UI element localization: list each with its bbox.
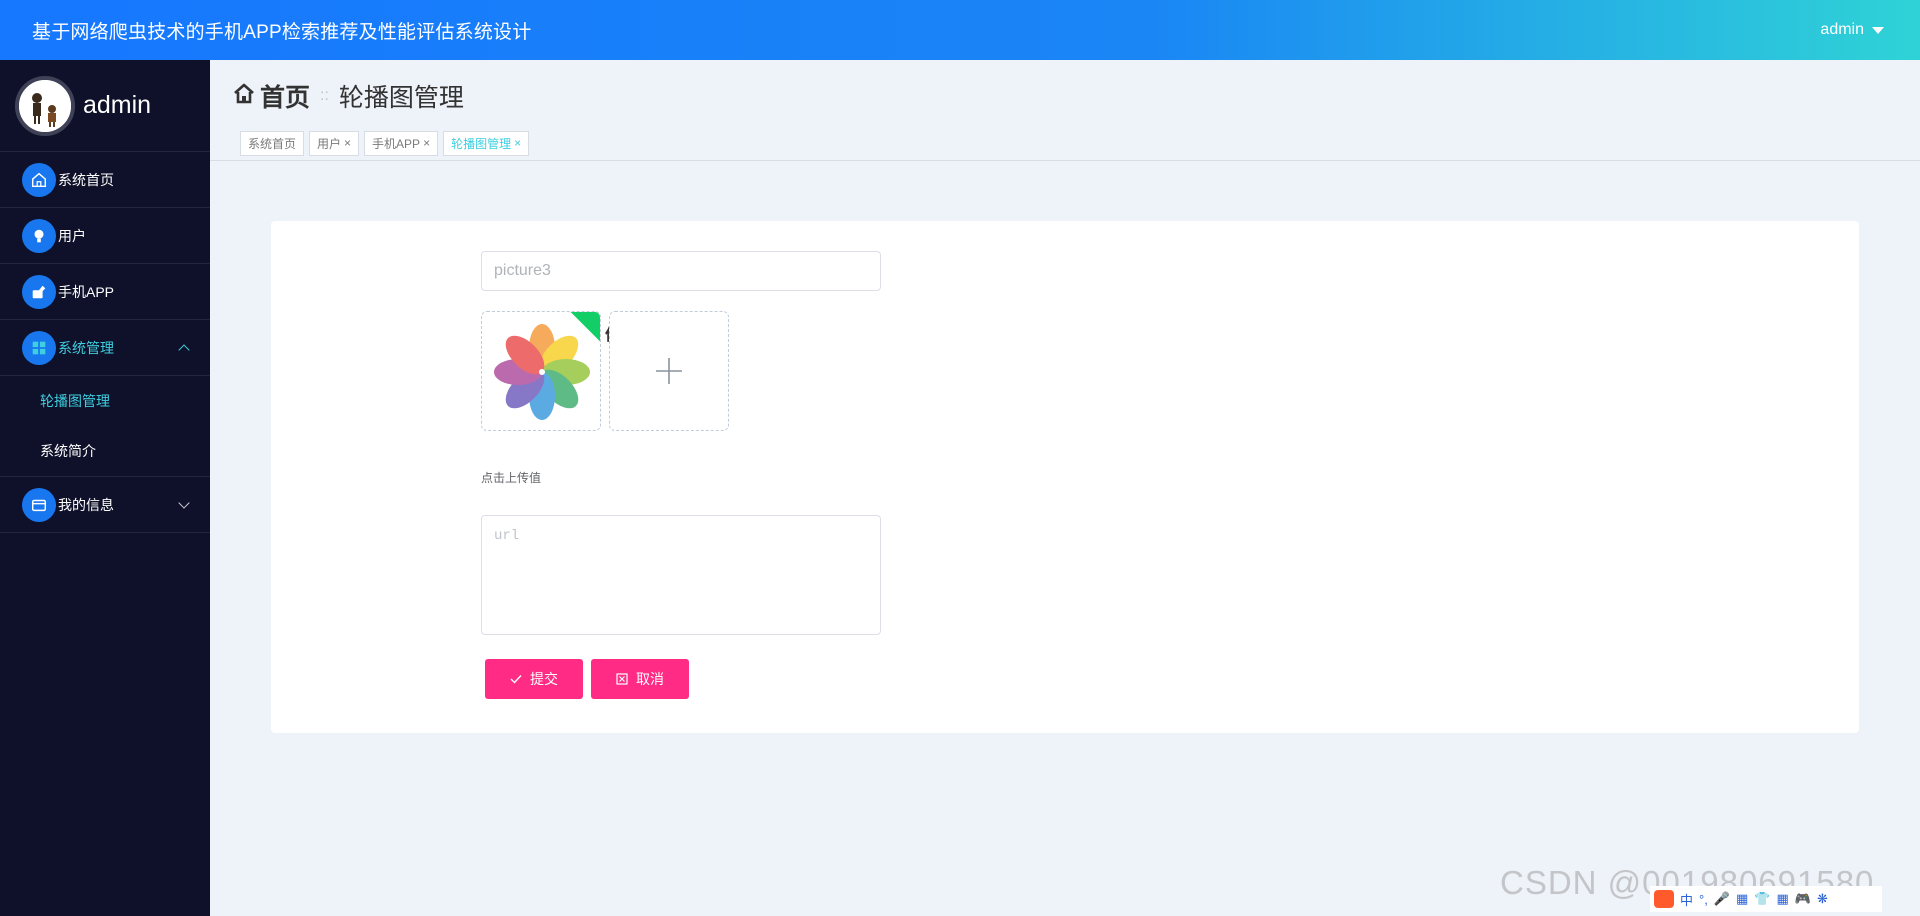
uploaded-image[interactable]: [481, 311, 601, 431]
microphone-icon[interactable]: 🎤: [1714, 891, 1730, 907]
home-icon: [22, 162, 56, 197]
user-menu[interactable]: admin: [1820, 21, 1884, 39]
form-card: *名称 picture3 值 点击上传值 url url: [271, 221, 1859, 733]
bulb-icon: [22, 218, 56, 253]
close-icon[interactable]: ×: [344, 136, 351, 150]
tag-label: 系统首页: [248, 136, 297, 151]
sidebar-item-apps[interactable]: 手机APP: [0, 264, 210, 320]
plus-icon: [656, 358, 682, 384]
profile-name: admin: [83, 91, 152, 119]
grid-icon: [22, 330, 56, 365]
wallet-icon: [22, 487, 56, 522]
sidebar-item-label: 用户: [58, 227, 86, 244]
sidebar-item-system-management[interactable]: 系统管理: [0, 320, 210, 376]
chevron-down-icon: [178, 496, 190, 509]
ime-punct[interactable]: °,: [1699, 892, 1708, 907]
breadcrumb: 首页 :: 轮播图管理: [232, 78, 464, 114]
tag-label: 轮播图管理: [451, 136, 512, 151]
settings-icon[interactable]: ❋: [1817, 891, 1828, 907]
close-box-icon: [616, 673, 628, 685]
cancel-label: 取消: [636, 671, 664, 687]
sidebar-item-label: 手机APP: [58, 283, 115, 300]
breadcrumb-separator: ::: [320, 87, 329, 104]
cancel-button[interactable]: 取消: [591, 659, 689, 699]
user-name: admin: [1820, 21, 1864, 38]
ime-chinese[interactable]: 中: [1680, 890, 1693, 909]
sidebar-item-label: 系统管理: [58, 339, 114, 356]
sidebar-item-label: 我的信息: [58, 496, 114, 513]
game-icon[interactable]: 🎮: [1795, 891, 1811, 907]
close-icon[interactable]: ×: [423, 136, 430, 150]
tag-carousel[interactable]: 轮播图管理 ×: [443, 130, 530, 156]
top-header: 基于网络爬虫技术的手机APP检索推荐及性能评估系统设计 admin: [0, 0, 1920, 60]
submit-button[interactable]: 提交: [485, 659, 583, 699]
submenu: 轮播图管理 系统简介: [0, 376, 210, 477]
sidebar-item-system-intro[interactable]: 系统简介: [0, 426, 210, 476]
url-textarea[interactable]: url: [481, 515, 881, 635]
grid-icon[interactable]: ▦: [1777, 891, 1789, 907]
avatar: [15, 75, 75, 136]
tag-label: 手机APP: [372, 136, 421, 151]
app-icon: [22, 274, 56, 309]
tags-view: 系统首页 用户 × 手机APP × 轮播图管理 ×: [210, 126, 1920, 161]
check-icon: [510, 675, 522, 684]
submit-label: 提交: [530, 671, 558, 687]
photos-icon: [494, 324, 590, 420]
caret-down-icon: [1872, 26, 1884, 34]
upload-hint: 点击上传值: [481, 471, 542, 485]
home-icon[interactable]: [232, 82, 256, 111]
sidebar-item-users[interactable]: 用户: [0, 208, 210, 264]
profile: admin: [0, 60, 210, 152]
tag-home[interactable]: 系统首页: [240, 130, 305, 156]
tag-label: 用户: [317, 136, 342, 151]
breadcrumb-home[interactable]: 首页: [260, 78, 310, 114]
sidebar-item-home[interactable]: 系统首页: [0, 152, 210, 208]
sidebar: admin 系统首页 用户 手机APP 系统管理 轮播图管理 系统简介 我的信息: [0, 60, 210, 916]
breadcrumb-current: 轮播图管理: [338, 84, 464, 112]
sidebar-item-my-info[interactable]: 我的信息: [0, 477, 210, 533]
name-input[interactable]: picture3: [481, 251, 881, 291]
sidebar-item-label: 系统首页: [58, 171, 114, 188]
tag-users[interactable]: 用户 ×: [309, 130, 360, 156]
skin-icon[interactable]: 👕: [1754, 891, 1770, 907]
sidebar-item-carousel[interactable]: 轮播图管理: [0, 376, 210, 426]
ime-toolbar[interactable]: 中 °, 🎤 ▦ 👕 ▦ 🎮 ❋: [1650, 886, 1882, 912]
chevron-up-icon: [178, 343, 190, 356]
system-title: 基于网络爬虫技术的手机APP检索推荐及性能评估系统设计: [32, 21, 532, 43]
tag-apps[interactable]: 手机APP ×: [364, 130, 439, 156]
keyboard-icon[interactable]: ▦: [1736, 891, 1748, 907]
upload-button[interactable]: [609, 311, 729, 431]
close-icon[interactable]: ×: [514, 136, 521, 150]
ime-logo-icon: [1654, 890, 1674, 908]
